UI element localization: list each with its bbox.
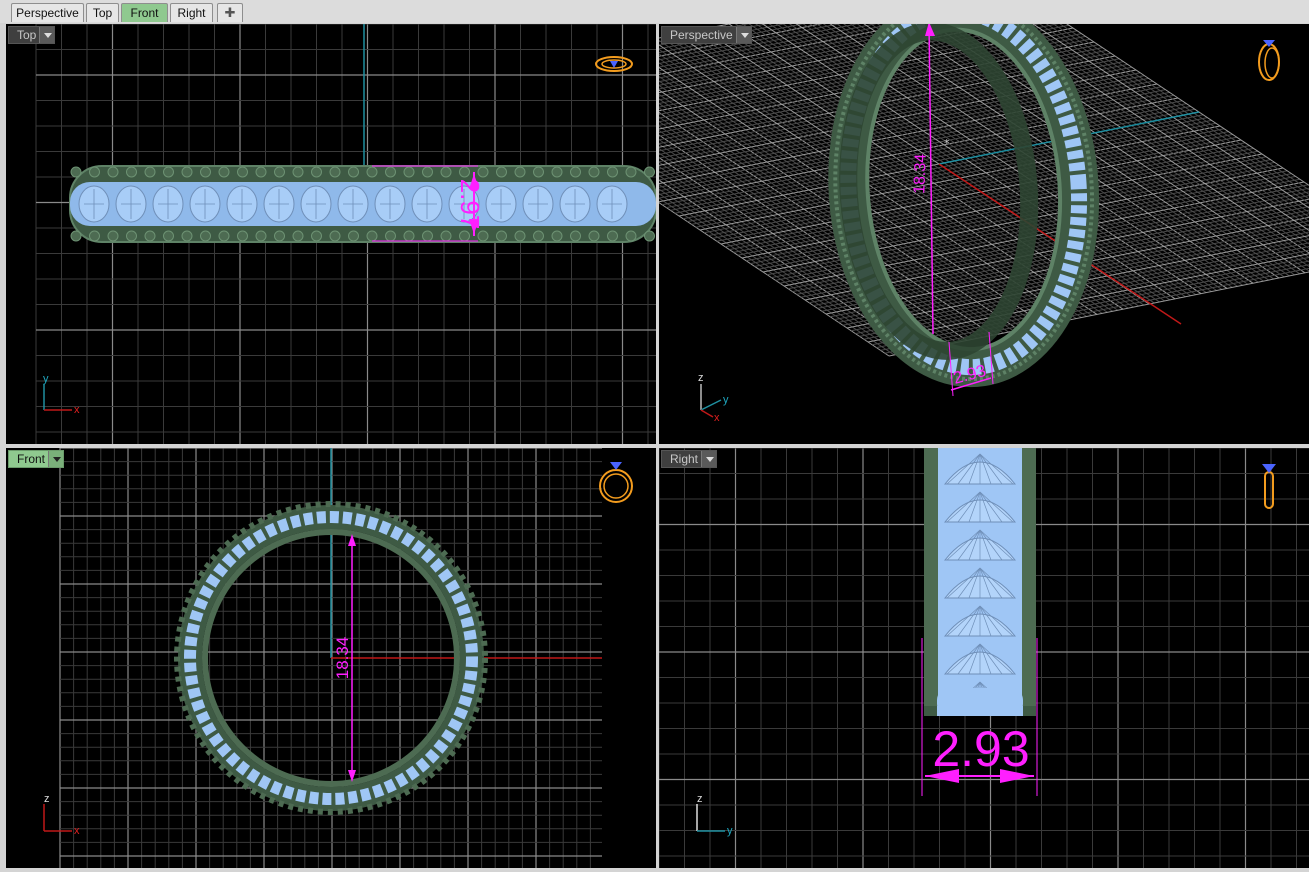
viewport-right[interactable]: 2.93 z y Right xyxy=(659,448,1309,868)
tab-top[interactable]: Top xyxy=(86,3,119,22)
chevron-down-icon[interactable] xyxy=(735,27,751,43)
viewport-top[interactable]: 2.97 y x Top xyxy=(6,24,656,444)
svg-text:x: x xyxy=(714,412,720,424)
ring-orientation-icon xyxy=(1258,40,1280,81)
viewport-perspective[interactable]: 18.34 2.93 * z y x Perspective xyxy=(659,24,1309,444)
dimension-label: 2.93 xyxy=(932,721,1029,777)
plus-icon: ✚ xyxy=(224,5,236,20)
right-view-canvas[interactable]: 2.93 z y xyxy=(659,448,1309,868)
viewport-front[interactable]: 18.34 z x Front xyxy=(6,448,656,868)
tab-front[interactable]: Front xyxy=(121,3,168,22)
add-viewport-tab-button[interactable]: ✚ xyxy=(217,3,243,22)
svg-text:y: y xyxy=(43,373,49,385)
viewport-label-text: Perspective xyxy=(670,28,733,42)
ring-orientation-icon xyxy=(599,462,633,503)
viewport-tab-bar: Perspective Top Front Right ✚ xyxy=(0,0,1309,23)
perspective-view-canvas[interactable]: 18.34 2.93 * z y x xyxy=(659,24,1309,444)
svg-text:x: x xyxy=(74,825,80,837)
viewport-label-front[interactable]: Front xyxy=(8,450,65,468)
front-view-canvas[interactable]: 18.34 z x xyxy=(6,448,656,868)
axis-triad: z y xyxy=(696,793,733,837)
svg-text:z: z xyxy=(44,793,50,805)
chevron-down-icon[interactable] xyxy=(39,27,55,43)
svg-text:y: y xyxy=(723,394,729,406)
axis-triad: z y x xyxy=(698,372,729,424)
viewport-label-top[interactable]: Top xyxy=(8,26,56,44)
gumball-marker: * xyxy=(944,137,950,150)
dimension-label: 18.34 xyxy=(911,153,929,194)
viewport-label-right[interactable]: Right xyxy=(661,450,718,468)
ring-orientation-icon xyxy=(595,56,633,72)
dimension-front: 18.34 xyxy=(333,534,356,782)
ring-top-profile xyxy=(69,165,656,243)
dimension-label: 18.34 xyxy=(333,637,352,680)
tab-perspective[interactable]: Perspective xyxy=(11,3,84,22)
chevron-down-icon[interactable] xyxy=(48,451,64,467)
svg-text:y: y xyxy=(727,825,733,837)
viewport-label-text: Top xyxy=(17,28,37,42)
viewport-label-text: Right xyxy=(670,452,699,466)
tab-right[interactable]: Right xyxy=(170,3,213,22)
svg-text:x: x xyxy=(74,404,80,416)
top-view-canvas[interactable]: 2.97 y x xyxy=(6,24,656,444)
viewport-label-text: Front xyxy=(17,452,46,466)
svg-text:z: z xyxy=(697,793,703,805)
ring-right-profile xyxy=(924,448,1036,716)
ring-orientation-icon xyxy=(1262,464,1276,509)
svg-text:z: z xyxy=(698,372,704,384)
dimension-label: 2.97 xyxy=(455,179,485,230)
chevron-down-icon[interactable] xyxy=(701,451,717,467)
viewport-label-perspective[interactable]: Perspective xyxy=(661,26,752,44)
